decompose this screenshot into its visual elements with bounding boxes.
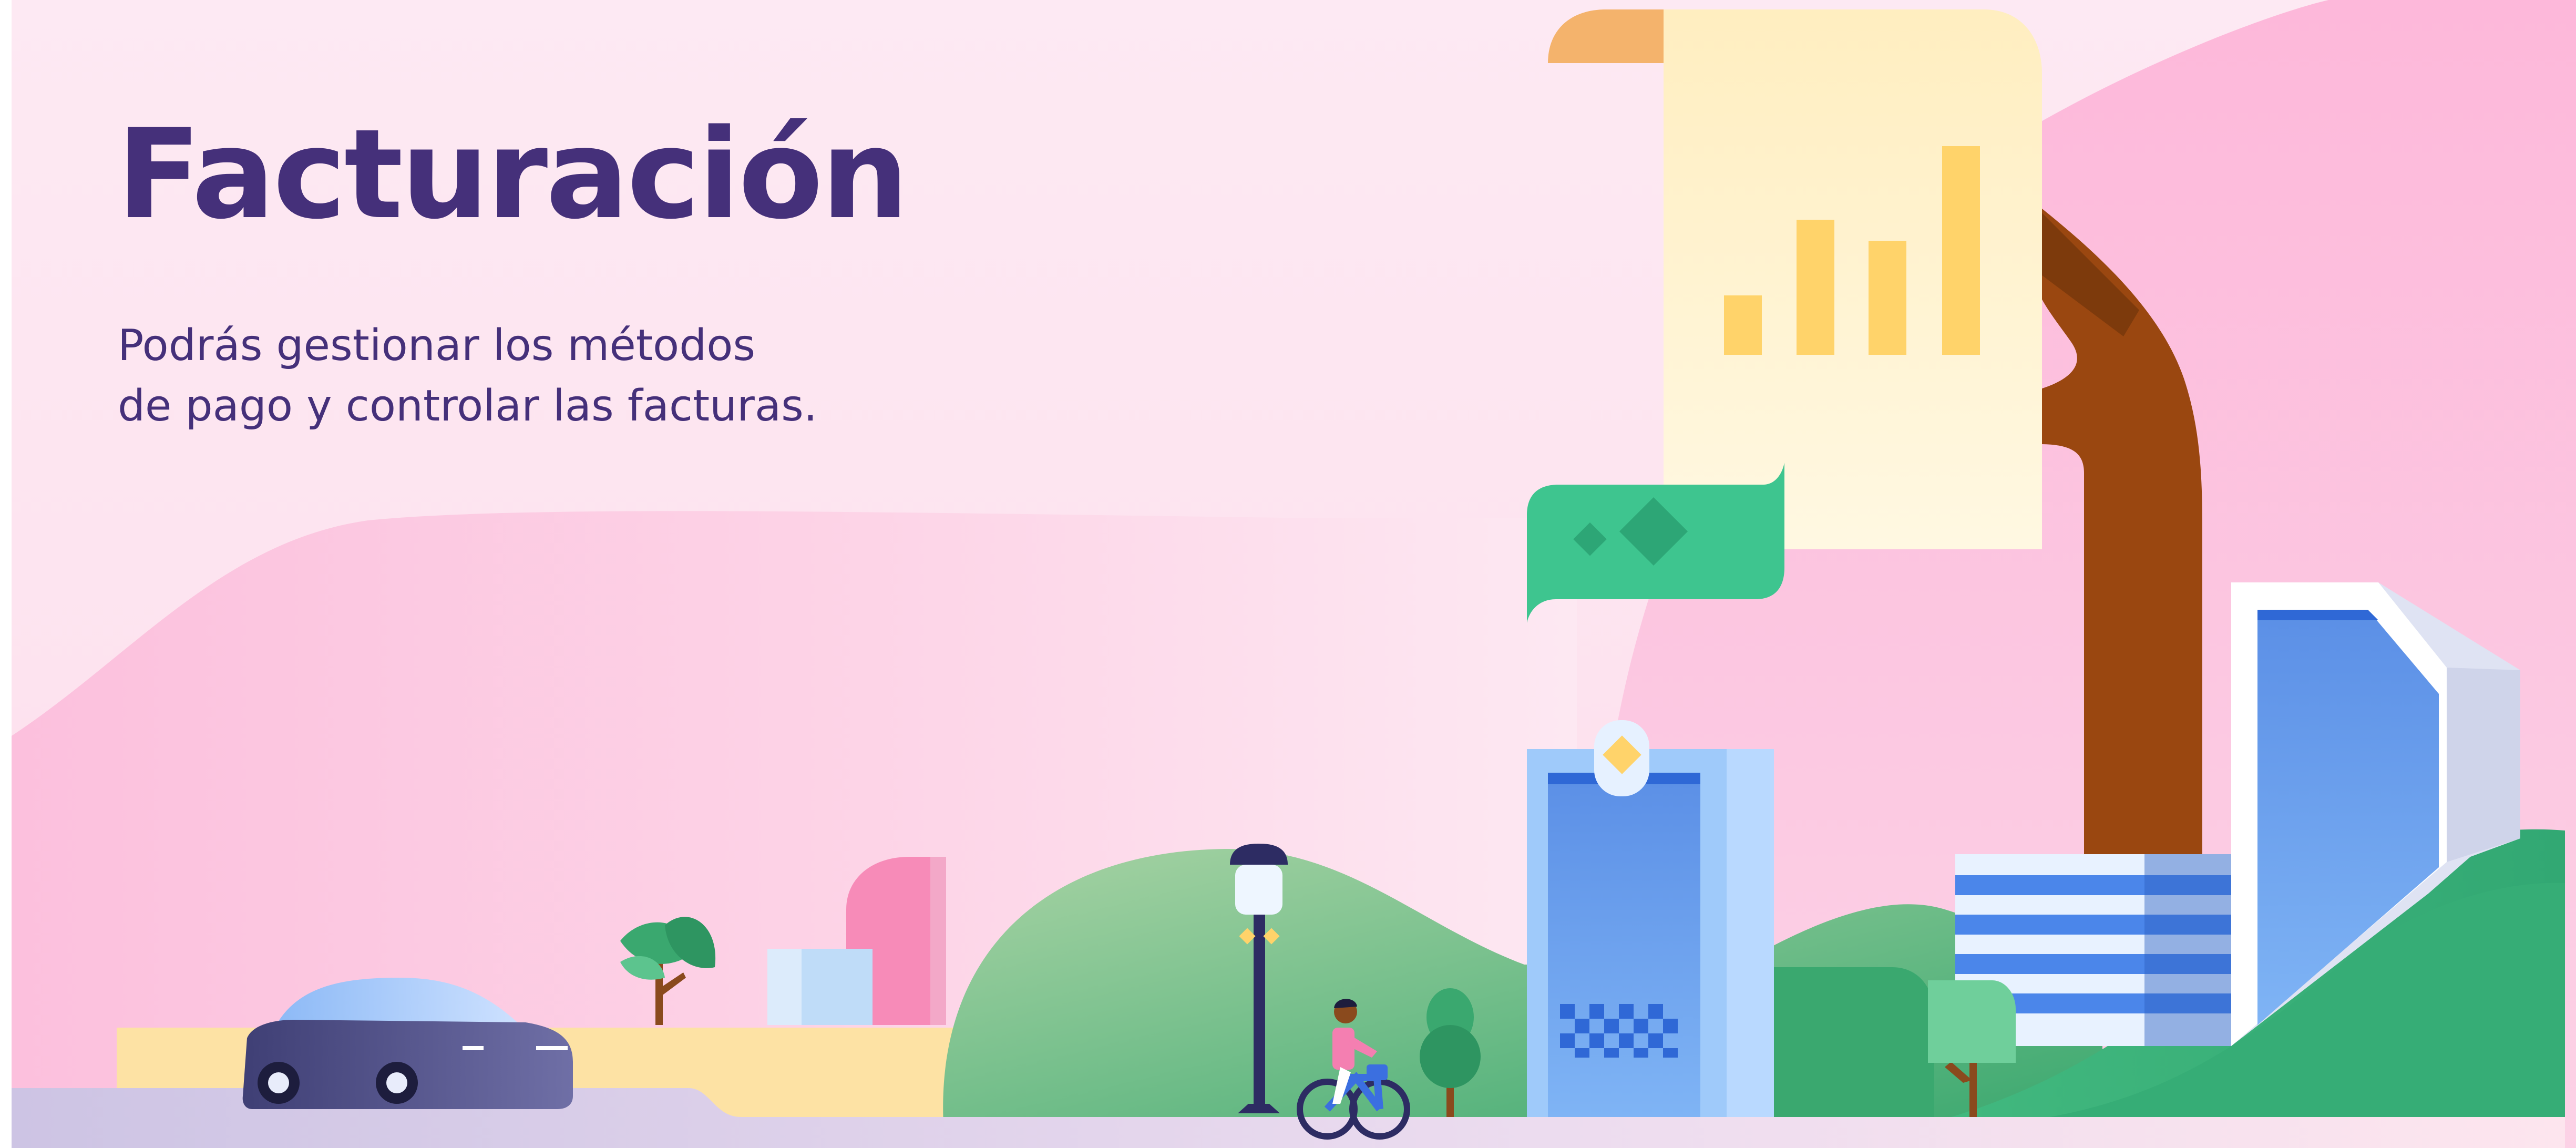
billing-banner: Facturación Podrás gestionar los métodos… (12, 0, 2576, 1148)
description-line-2: de pago y controlar las facturas. (118, 381, 817, 431)
building-icon (1527, 720, 1774, 1117)
green-block (1774, 967, 1934, 1117)
document-chart-icon (1548, 9, 2042, 549)
page-description: Podrás gestionar los métodos de pago y c… (118, 315, 1011, 436)
banknote-icon (1527, 463, 1784, 623)
description-line-1: Podrás gestionar los métodos (118, 321, 756, 371)
page-title: Facturación (117, 103, 909, 247)
